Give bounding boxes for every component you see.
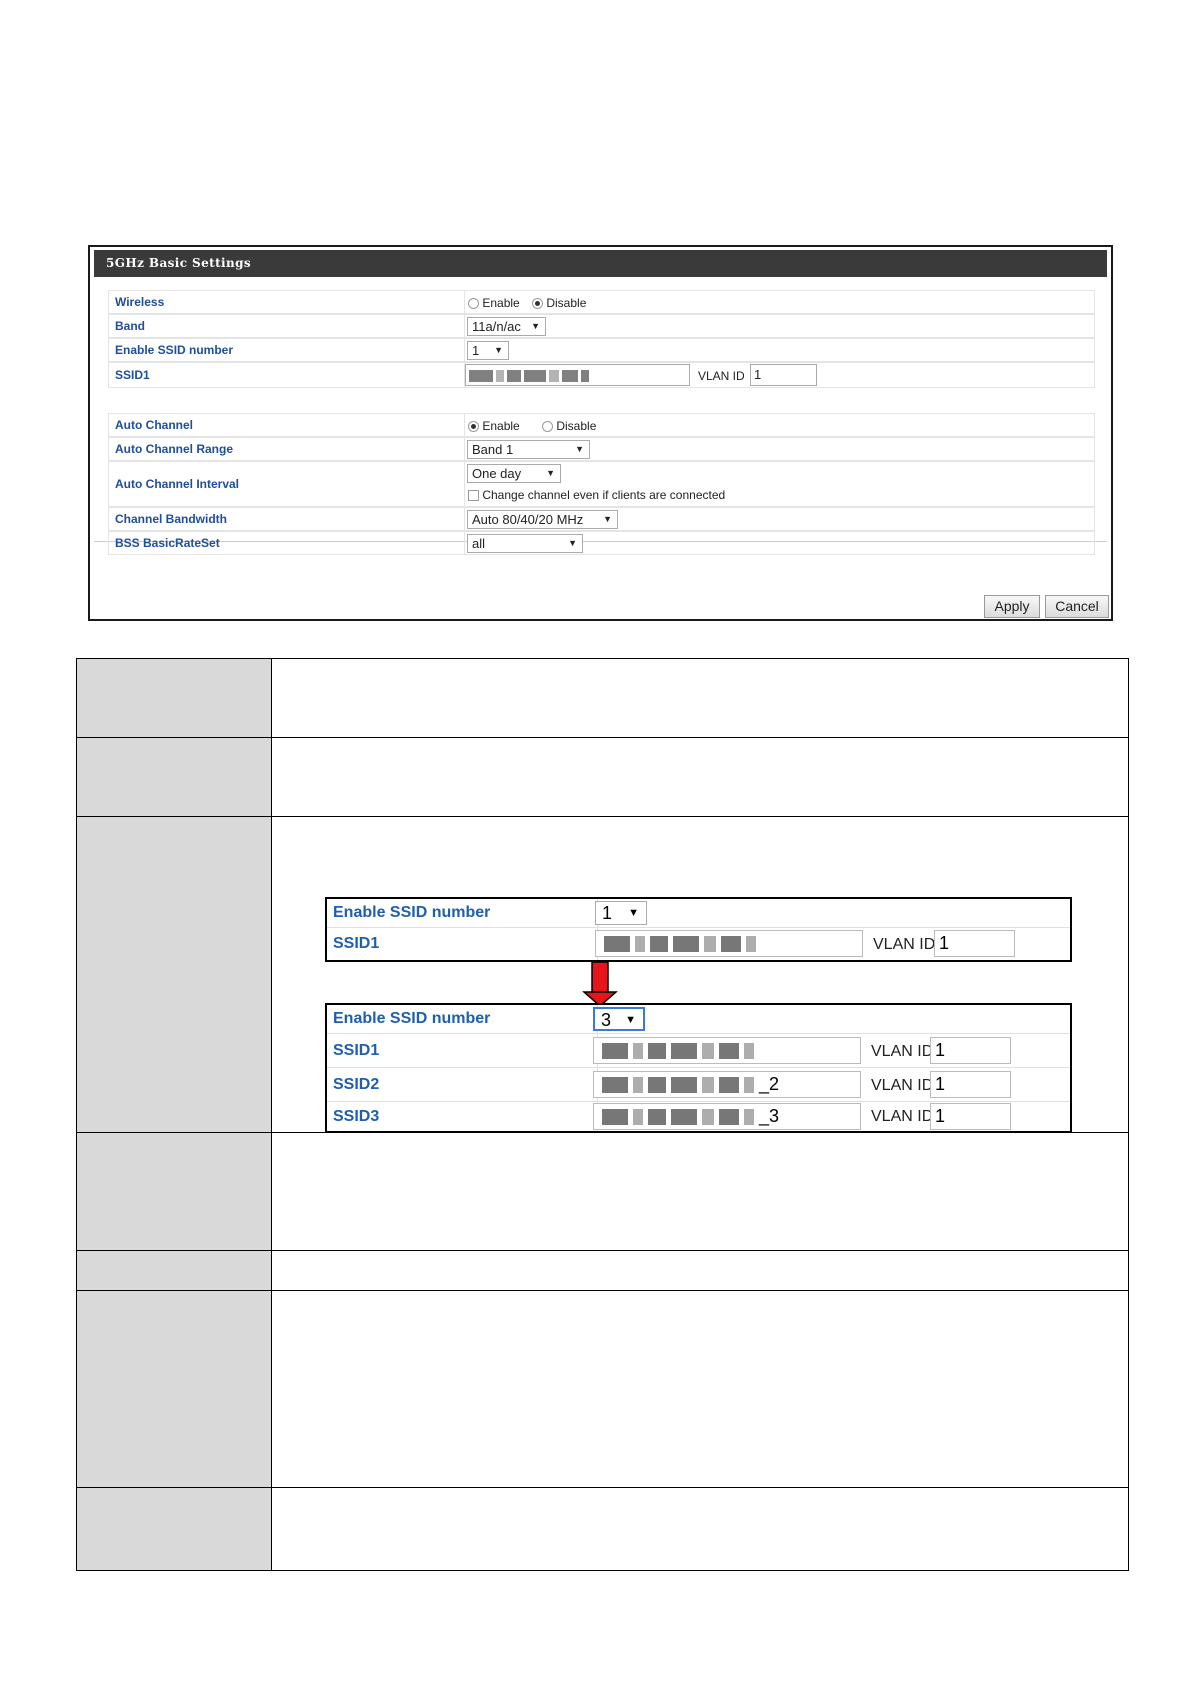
bss-basic-rate-set-label: BSS BasicRateSet — [109, 532, 465, 554]
auto-channel-label: Auto Channel — [109, 414, 465, 436]
ssid-number-label: Enable SSID number — [327, 899, 598, 927]
ssid-number-label: Enable SSID number — [109, 339, 465, 361]
ssid-number-select[interactable]: 1 ▼ — [467, 341, 509, 360]
channel-bandwidth-select[interactable]: Auto 80/40/20 MHz ▼ — [467, 510, 618, 529]
table-row — [77, 738, 1128, 817]
row-band: Band 11a/n/ac ▼ — [108, 314, 1095, 338]
channel-bandwidth-label: Channel Bandwidth — [109, 508, 465, 530]
auto-channel-range-select[interactable]: Band 1 ▼ — [467, 440, 590, 459]
auto-channel-enable-label: Enable — [482, 419, 520, 433]
table-row: Enable SSID number 1 ▼ SSID1 VLAN ID 1 E… — [77, 817, 1128, 1133]
table-row — [77, 1251, 1128, 1291]
ssid-number-select[interactable]: 3 ▼ — [593, 1007, 645, 1031]
wireless-disable-radio[interactable]: Disable — [532, 296, 586, 310]
wireless-label: Wireless — [109, 291, 465, 313]
ssid1-input[interactable] — [465, 364, 690, 386]
ssid1-label: SSID1 — [327, 928, 598, 960]
basic-settings-panel: 5GHz Basic Settings Wireless Enable Disa… — [88, 245, 1113, 621]
auto-channel-enable-radio[interactable]: Enable — [468, 419, 520, 433]
auto-channel-range-label: Auto Channel Range — [109, 438, 465, 460]
change-channel-checkbox-label: Change channel even if clients are conne… — [482, 488, 726, 502]
ssid2-vlan-label: VLAN ID — [871, 1077, 934, 1094]
chevron-down-icon: ▼ — [625, 1014, 636, 1026]
ssid1-input[interactable] — [595, 930, 863, 957]
description-table: Enable SSID number 1 ▼ SSID1 VLAN ID 1 E… — [76, 658, 1129, 1571]
ssid-row: SSID3 _3 VLAN ID 1 — [327, 1102, 1070, 1131]
apply-button[interactable]: Apply — [984, 595, 1040, 618]
chevron-down-icon: ▼ — [531, 321, 540, 331]
ssid1-vlan-label: VLAN ID — [873, 936, 936, 953]
change-channel-checkbox[interactable]: Change channel even if clients are conne… — [468, 488, 725, 502]
wireless-enable-label: Enable — [482, 296, 520, 310]
row-ssid1: SSID1 VLAN ID 1 — [108, 362, 1095, 388]
ssid2-label: SSID2 — [327, 1068, 598, 1101]
band-select[interactable]: 11a/n/ac ▼ — [467, 317, 546, 336]
chevron-down-icon: ▼ — [603, 514, 612, 524]
table-row — [77, 659, 1128, 738]
chevron-down-icon: ▼ — [568, 538, 577, 548]
row-ssid-number: Enable SSID number 1 ▼ — [108, 338, 1095, 362]
table-row — [77, 1488, 1128, 1570]
auto-channel-disable-label: Disable — [556, 419, 597, 433]
auto-channel-interval-label: Auto Channel Interval — [109, 462, 465, 506]
row-channel-bandwidth: Channel Bandwidth Auto 80/40/20 MHz ▼ — [108, 507, 1095, 531]
row-auto-channel-range: Auto Channel Range Band 1 ▼ — [108, 437, 1095, 461]
ssid3-input[interactable]: _3 — [593, 1103, 861, 1130]
wireless-disable-label: Disable — [546, 296, 587, 310]
settings-form: Wireless Enable Disable Band 11a/n/ac ▼ — [94, 277, 1107, 555]
row-wireless: Wireless Enable Disable — [108, 290, 1095, 314]
cancel-button[interactable]: Cancel — [1045, 595, 1109, 618]
table-row — [77, 1133, 1128, 1251]
ssid3-label: SSID3 — [327, 1102, 598, 1131]
row-auto-channel-interval: Auto Channel Interval One day ▼ Change c… — [108, 461, 1095, 507]
ssid-before-box: Enable SSID number 1 ▼ SSID1 VLAN ID 1 — [325, 897, 1072, 962]
auto-channel-interval-select[interactable]: One day ▼ — [467, 464, 561, 483]
bss-basic-rate-set-select[interactable]: all ▼ — [467, 534, 583, 553]
ssid1-label: SSID1 — [109, 363, 465, 387]
wireless-enable-radio[interactable]: Enable — [468, 296, 520, 310]
ssid2-input[interactable]: _2 — [593, 1071, 861, 1098]
ssid1-vlan-input[interactable]: 1 — [934, 930, 1015, 957]
ssid1-label: SSID1 — [327, 1034, 598, 1067]
ssid1-vlan-label: VLAN ID — [871, 1043, 934, 1060]
chevron-down-icon: ▼ — [546, 468, 555, 478]
ssid-row: SSID1 VLAN ID 1 — [327, 1034, 1070, 1068]
ssid-row: SSID2 _2 VLAN ID 1 — [327, 1068, 1070, 1102]
table-row — [77, 1291, 1128, 1488]
row-bss-basic-rate-set: BSS BasicRateSet all ▼ — [108, 531, 1095, 555]
ssid-after-box: Enable SSID number 3 ▼ SSID1 VLAN ID 1 S… — [325, 1003, 1072, 1133]
ssid-number-label: Enable SSID number — [327, 1005, 598, 1033]
ssid-number-select[interactable]: 1 ▼ — [595, 901, 647, 925]
ssid3-vlan-input[interactable]: 1 — [930, 1103, 1011, 1130]
ssid1-input[interactable] — [593, 1037, 861, 1064]
row-auto-channel: Auto Channel Enable Disable — [108, 413, 1095, 437]
ssid1-vlan-input[interactable]: 1 — [750, 364, 817, 386]
ssid2-vlan-input[interactable]: 1 — [930, 1071, 1011, 1098]
ssid1-vlan-label: VLAN ID — [698, 369, 745, 383]
chevron-down-icon: ▼ — [494, 345, 503, 355]
panel-title: 5GHz Basic Settings — [94, 250, 1107, 277]
ssid1-vlan-input[interactable]: 1 — [930, 1037, 1011, 1064]
auto-channel-disable-radio[interactable]: Disable — [542, 419, 596, 433]
band-label: Band — [109, 315, 465, 337]
ssid3-vlan-label: VLAN ID — [871, 1108, 934, 1125]
arrow-down-icon — [582, 962, 618, 1007]
chevron-down-icon: ▼ — [628, 907, 639, 919]
chevron-down-icon: ▼ — [575, 444, 584, 454]
